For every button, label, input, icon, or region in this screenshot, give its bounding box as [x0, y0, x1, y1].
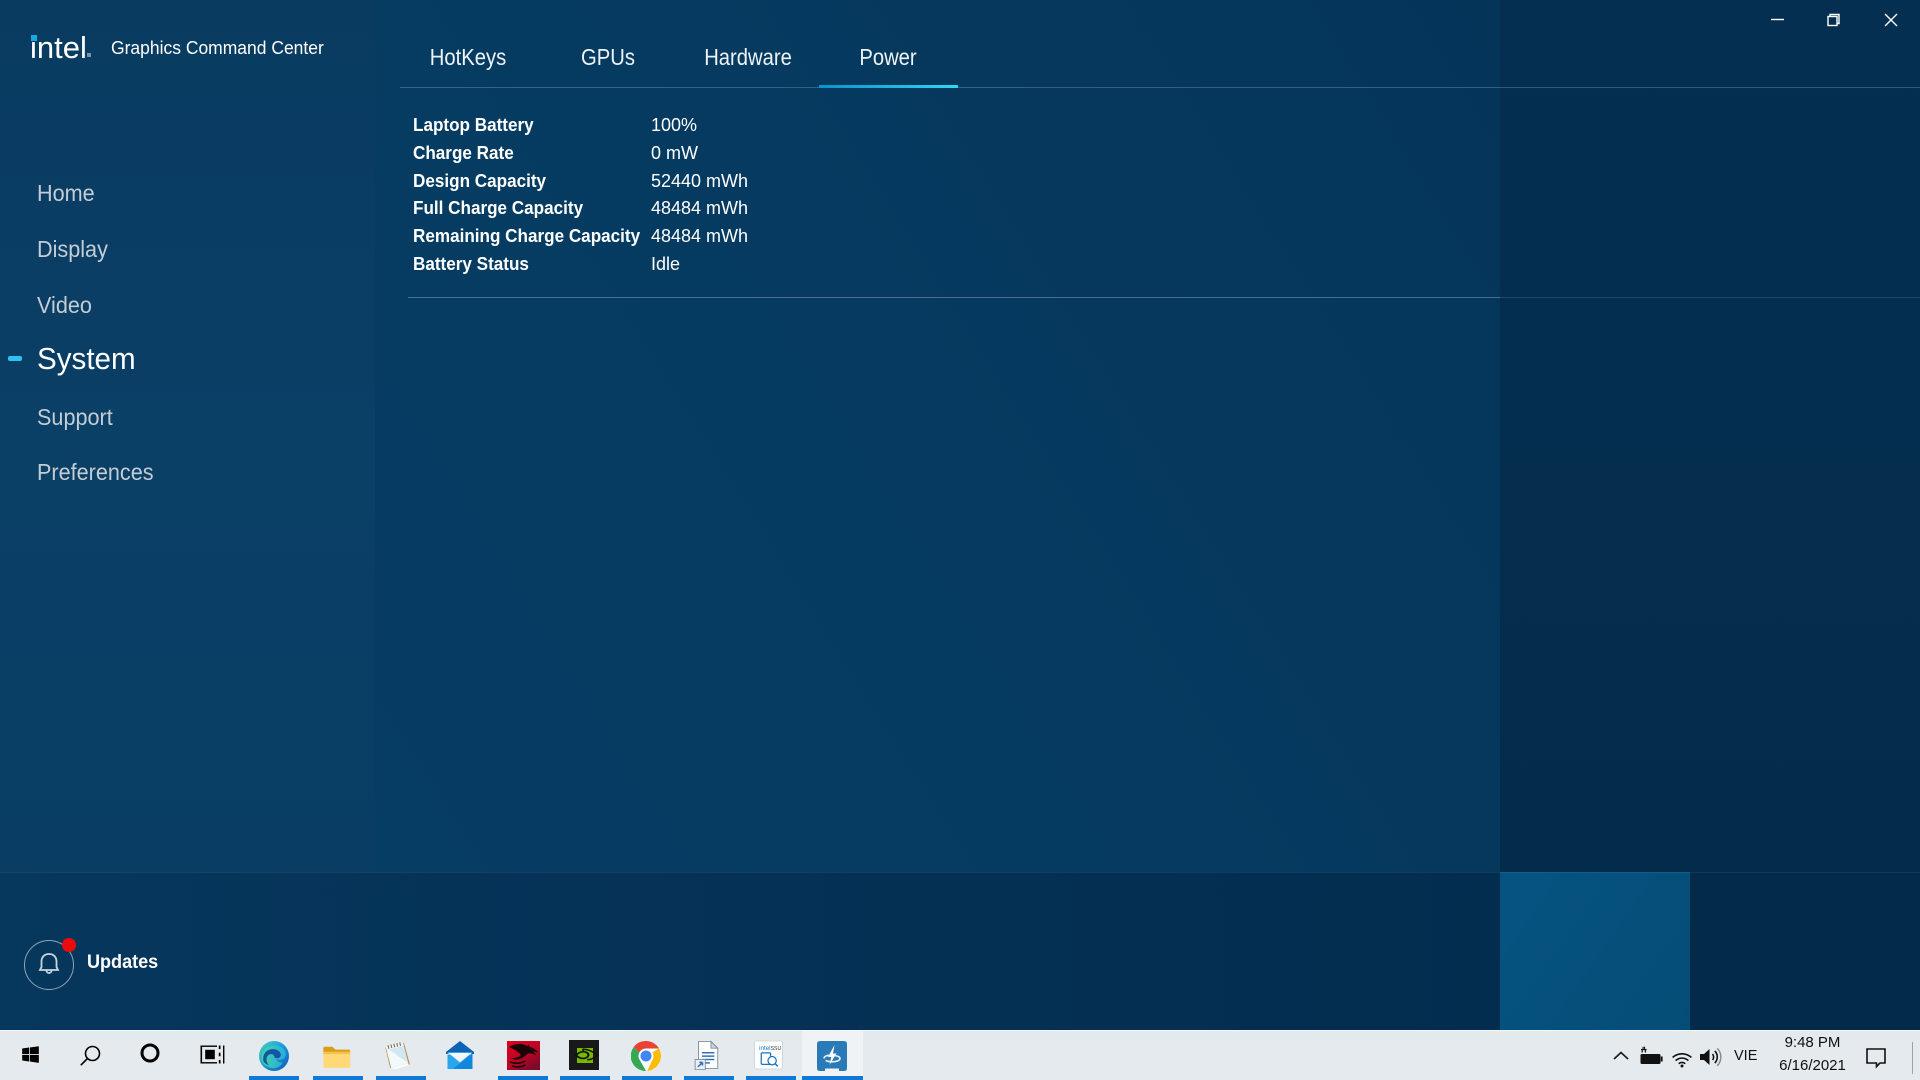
svg-text:SSU: SSU	[771, 1046, 782, 1052]
svg-text:intel: intel	[759, 1045, 770, 1052]
